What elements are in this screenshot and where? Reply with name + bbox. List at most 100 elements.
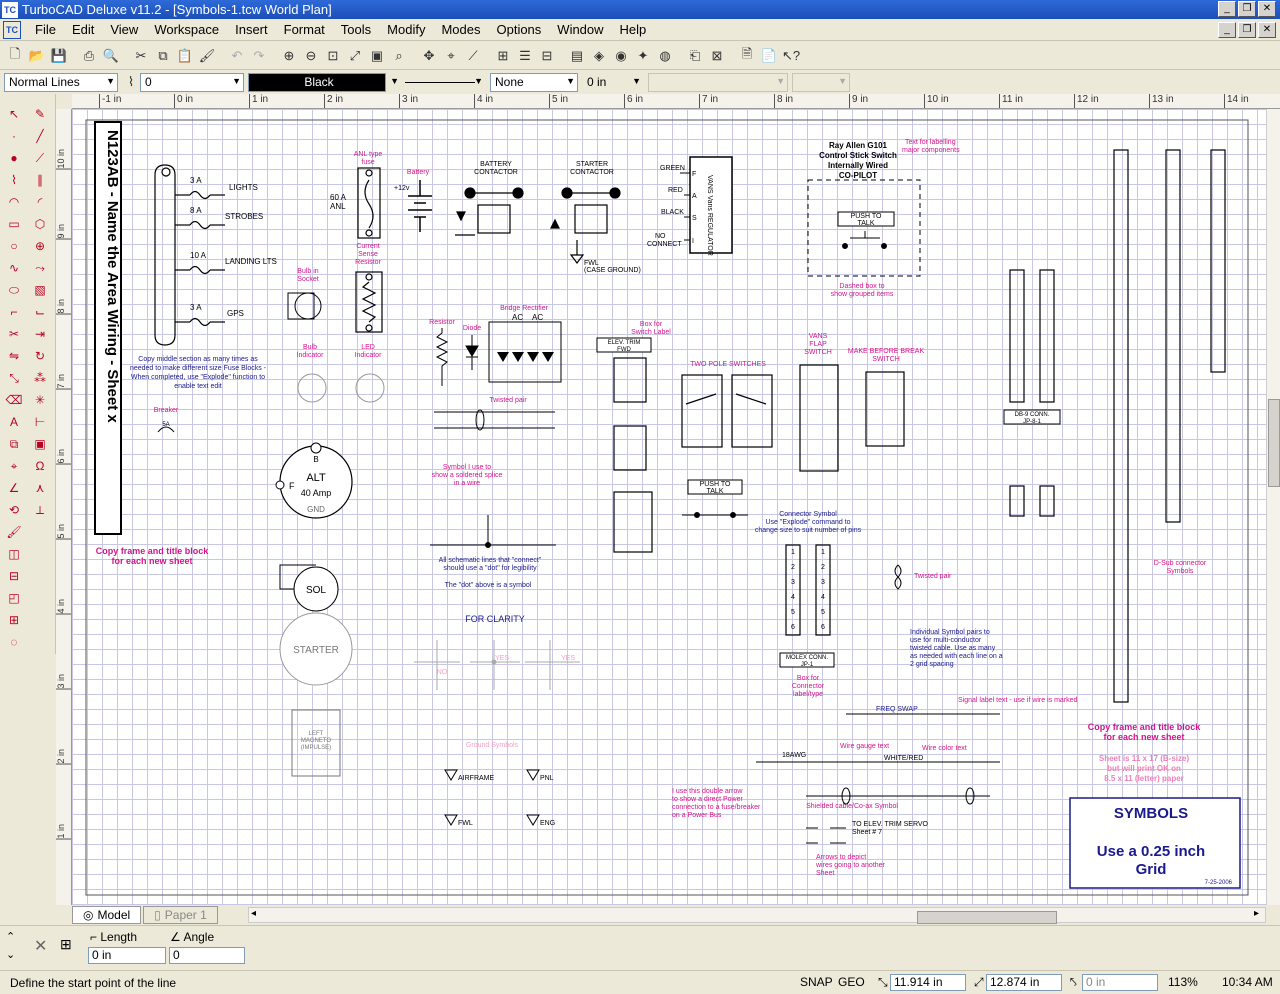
expand-icon[interactable]: ⌃ [6,930,15,943]
calculator-icon[interactable]: ⊞ [60,936,72,953]
polyline-icon[interactable]: ⌇ [4,170,24,190]
properties-icon[interactable]: ⊞ [4,610,24,630]
construct-icon[interactable]: ⟂ [30,500,50,520]
menu-file[interactable]: File [27,22,64,37]
design-director-icon[interactable]: ⊟ [536,45,558,67]
fillet-icon[interactable]: ⌐ [4,302,24,322]
save-icon[interactable]: 💾 [48,45,70,67]
undo-icon[interactable]: ↶ [226,45,248,67]
clipboard-icon[interactable]: 📄 [758,45,780,67]
spline-icon[interactable]: ⤳ [30,258,50,278]
doc-minimize-button[interactable]: _ [1218,22,1236,38]
ellipse-icon[interactable]: ⬭ [4,280,24,300]
zoom-extents-icon[interactable]: ⤢ [344,45,366,67]
chamfer-icon[interactable]: ⌙ [30,302,50,322]
length-input[interactable]: 0 in [88,947,166,964]
format-painter-icon[interactable]: 🖌 [196,45,218,67]
select-icon[interactable]: ✥ [418,45,440,67]
drawing-canvas[interactable]: N123AB - Name the Area Wiring - Sheet x … [72,109,1266,905]
horizontal-scroll-thumb[interactable] [917,911,1057,924]
scroll-right-icon[interactable]: ▸ [1254,908,1259,919]
extend-icon[interactable]: ⇥ [30,324,50,344]
snap-toggle[interactable]: SNAP [800,975,833,989]
menu-edit[interactable]: Edit [64,22,102,37]
angle-icon[interactable]: ∠ [4,478,24,498]
polygon-icon[interactable]: ⬡ [30,214,50,234]
magnet-icon[interactable]: Ω [30,456,50,476]
menu-help[interactable]: Help [612,22,655,37]
cancel-icon[interactable]: ✕ [34,936,47,956]
angle-input[interactable]: 0 [169,947,245,964]
paste-icon[interactable]: 📋 [174,45,196,67]
offset-select[interactable]: 0 in ▼ [582,72,644,92]
rectangle-icon[interactable]: ▭ [4,214,24,234]
text-icon[interactable]: A [4,412,24,432]
group-icon[interactable]: ⧉ [4,434,24,454]
edit-tool-icon[interactable]: ✎ [30,104,50,124]
grid-icon[interactable]: ⊞ [492,45,514,67]
zoom-in-icon[interactable]: ⊕ [278,45,300,67]
erase-icon[interactable]: ⌫ [4,390,24,410]
page-icon[interactable]: 🗎 [736,45,758,67]
menu-format[interactable]: Format [276,22,333,37]
tab-paper-1[interactable]: ▯ Paper 1 [143,906,218,924]
document-icon[interactable]: TC [3,20,21,39]
paint-icon[interactable]: 🖌 [4,522,24,542]
copy-icon[interactable]: ⧉ [152,45,174,67]
line-icon[interactable]: ╱ [30,126,50,146]
print-preview-icon[interactable]: 🔍 [100,45,122,67]
render-icon[interactable]: ◈ [588,45,610,67]
menu-workspace[interactable]: Workspace [146,22,227,37]
menu-modes[interactable]: Modes [433,22,488,37]
pattern-select[interactable]: ▼ [400,72,486,92]
menu-tools[interactable]: Tools [333,22,379,37]
menu-window[interactable]: Window [549,22,611,37]
menu-modify[interactable]: Modify [379,22,433,37]
collapse-icon[interactable]: ⌄ [6,948,15,961]
misc-icon[interactable]: ◌ [4,632,24,652]
doc-restore-button[interactable]: ❐ [1238,22,1256,38]
dot-icon[interactable]: ● [4,148,24,168]
multiline-icon[interactable]: ⟋ [30,148,50,168]
light-icon[interactable]: ✦ [632,45,654,67]
explode-icon[interactable]: ✳ [30,390,50,410]
zoom-page-icon[interactable]: ▣ [366,45,388,67]
rotate-icon[interactable]: ↻ [30,346,50,366]
geo-toggle[interactable]: GEO [838,975,865,989]
line-width-select[interactable]: 0 ▼ [140,72,244,92]
tab-model[interactable]: ◎ Model [72,906,142,924]
snap-icon[interactable]: ⌖ [440,45,462,67]
open-folder-icon[interactable]: 📂 [26,45,48,67]
layout-icon[interactable]: ⊠ [706,45,728,67]
horizontal-scrollbar[interactable]: ◂ ▸ [248,907,1266,924]
circle-icon[interactable]: ○ [4,236,24,256]
array-icon[interactable]: ⁂ [30,368,50,388]
zoom-window-icon[interactable]: ⊡ [322,45,344,67]
scroll-left-icon[interactable]: ◂ [251,908,256,919]
redo-icon[interactable]: ↷ [248,45,270,67]
line-style-select[interactable]: Normal Lines ▼ [4,72,118,92]
close-button[interactable]: ✕ [1258,1,1276,17]
layers-icon[interactable]: ☰ [514,45,536,67]
select-arrow-icon[interactable]: ↖ [4,104,24,124]
double-line-icon[interactable]: ∥ [30,170,50,190]
arc-icon[interactable]: ◠ [4,192,24,212]
hatch-icon[interactable]: ▧ [30,280,50,300]
layer-tool-icon[interactable]: ◫ [4,544,24,564]
vertical-scroll-thumb[interactable] [1268,399,1280,487]
point-icon[interactable]: · [4,126,24,146]
dimension-icon[interactable]: ⊢ [30,412,50,432]
cut-icon[interactable]: ✂ [130,45,152,67]
menu-view[interactable]: View [102,22,146,37]
view-icon[interactable]: ⊟ [4,566,24,586]
compass-icon[interactable]: ⋏ [30,478,50,498]
restore-button[interactable]: ❐ [1238,1,1256,17]
help-pointer-icon[interactable]: ↖? [780,45,802,67]
fill-select[interactable]: None ▼ [490,72,578,92]
snap-tool-icon[interactable]: ⌖ [4,456,24,476]
zoom-previous-icon[interactable]: ⌕ [388,45,410,67]
offset-icon[interactable]: ⟲ [4,500,24,520]
materials-icon[interactable]: ◍ [654,45,676,67]
minimize-button[interactable]: _ [1218,1,1236,17]
circle2-icon[interactable]: ⊕ [30,236,50,256]
